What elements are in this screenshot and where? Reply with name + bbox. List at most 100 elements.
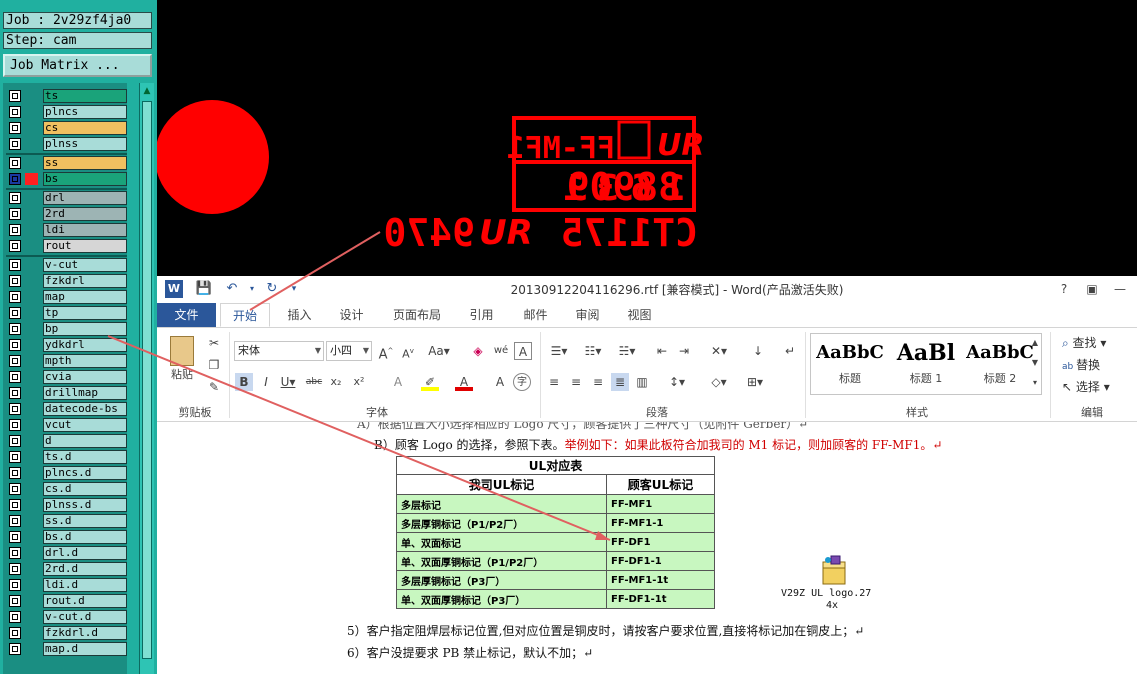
layer-row[interactable]: 2rd [6,207,127,221]
copy-icon[interactable]: ❐ [205,356,223,374]
layer-name[interactable]: drl [43,191,127,205]
replace-button[interactable]: ab 替换 [1062,356,1100,373]
layer-checkbox[interactable] [9,157,21,169]
layer-row[interactable]: drl.d [6,546,127,560]
layer-row[interactable]: cvia [6,370,127,384]
layer-checkbox[interactable] [9,323,21,335]
layer-name[interactable]: cvia [43,370,127,384]
layer-name[interactable]: ts.d [43,450,127,464]
line-spacing-icon[interactable]: ↕▾ [663,373,691,391]
align-right-icon[interactable]: ≡ [589,373,607,391]
select-button[interactable]: ↖ 选择 ▾ [1062,378,1110,395]
align-left-icon[interactable]: ≡ [545,373,563,391]
layer-checkbox[interactable] [9,224,21,236]
ribbon-display-icon[interactable]: ▣ [1081,280,1103,298]
layer-checkbox[interactable] [9,339,21,351]
superscript-icon[interactable]: x² [350,373,368,391]
layer-row[interactable]: fzkdrl.d [6,626,127,640]
layer-row[interactable]: ydkdrl [6,338,127,352]
layer-name[interactable]: ss.d [43,514,127,528]
layer-name[interactable]: plncs [43,105,127,119]
grow-font-icon[interactable]: A^ [377,342,395,362]
save-icon[interactable]: 💾 [195,280,213,298]
layer-row[interactable]: plnss [6,137,127,151]
layer-checkbox[interactable] [9,627,21,639]
align-center-icon[interactable]: ≡ [567,373,585,391]
layer-name[interactable]: plncs.d [43,466,127,480]
layer-row[interactable]: bs [6,172,127,186]
layer-list-scrollbar[interactable]: ▲ [139,83,154,674]
tab-home[interactable]: 开始 [220,303,270,327]
text-effects-icon[interactable]: A [389,373,407,391]
layer-checkbox[interactable] [9,531,21,543]
numbering-icon[interactable]: ☷▾ [579,342,607,360]
layer-checkbox[interactable] [9,275,21,287]
scroll-up-icon[interactable]: ▲ [141,85,153,97]
layer-name[interactable]: v-cut.d [43,610,127,624]
layer-checkbox[interactable] [9,355,21,367]
layer-row[interactable]: bp [6,322,127,336]
clear-format-icon[interactable]: ◈ [469,342,487,360]
layer-name[interactable]: ss [43,156,127,170]
layer-name[interactable]: drillmap [43,386,127,400]
tab-insert[interactable]: 插入 [277,303,322,327]
undo-dropdown-icon[interactable]: ▾ [243,280,261,298]
layer-checkbox[interactable] [9,563,21,575]
layer-row[interactable]: 2rd.d [6,562,127,576]
layer-row[interactable]: mpth [6,354,127,368]
styles-scroll-down-icon[interactable]: ▼ [1029,354,1041,372]
layer-row[interactable]: ts.d [6,450,127,464]
layer-row[interactable]: bs.d [6,530,127,544]
layer-name[interactable]: plnss [43,137,127,151]
layer-row[interactable]: cs.d [6,482,127,496]
layer-row[interactable]: ldi.d [6,578,127,592]
bold-icon[interactable]: B [235,373,253,391]
decrease-indent-icon[interactable]: ⇤ [653,342,671,360]
layer-row[interactable]: v-cut [6,258,127,272]
job-matrix-button[interactable]: Job Matrix ... [3,54,152,77]
italic-icon[interactable]: I [257,373,275,391]
layer-checkbox[interactable] [9,515,21,527]
layer-checkbox[interactable] [9,192,21,204]
layer-name[interactable]: 2rd [43,207,127,221]
help-button[interactable]: ? [1053,280,1075,298]
layer-row[interactable]: drl [6,191,127,205]
layer-row[interactable]: ss.d [6,514,127,528]
layer-checkbox[interactable] [9,307,21,319]
layer-checkbox[interactable] [9,579,21,591]
shrink-font-icon[interactable]: Av [399,342,417,361]
style-heading-1[interactable]: AaBl 标题 1 [889,336,963,392]
borders-icon[interactable]: ⊞▾ [741,373,769,391]
layer-name[interactable]: ydkdrl [43,338,127,352]
styles-scroll-up-icon[interactable]: ▲ [1029,334,1041,352]
distributed-icon[interactable]: ▥ [633,373,651,391]
layer-name[interactable]: bs [43,172,127,186]
layer-row[interactable]: drillmap [6,386,127,400]
char-shading-icon[interactable]: A [491,373,509,391]
layer-checkbox[interactable] [9,467,21,479]
layer-name[interactable]: vcut [43,418,127,432]
layer-checkbox[interactable] [9,371,21,383]
layer-row[interactable]: tp [6,306,127,320]
phonetic-guide-icon[interactable]: wé [492,342,510,360]
tab-file[interactable]: 文件 [157,303,216,327]
layer-name[interactable]: d [43,434,127,448]
style-heading[interactable]: AaBbC 标题 [813,336,887,392]
layer-name[interactable]: rout.d [43,594,127,608]
layer-checkbox[interactable] [9,611,21,623]
layer-row[interactable]: map [6,290,127,304]
layer-name[interactable]: bp [43,322,127,336]
layer-checkbox[interactable] [9,643,21,655]
layer-name[interactable]: map.d [43,642,127,656]
layer-name[interactable]: fzkdrl [43,274,127,288]
scrollbar-thumb[interactable] [142,101,152,659]
attachment-package-icon[interactable] [817,554,853,588]
justify-icon[interactable]: ≣ [611,373,629,391]
layer-checkbox[interactable] [9,90,21,102]
tab-mailings[interactable]: 邮件 [513,303,558,327]
layer-name[interactable]: ts [43,89,127,103]
layer-checkbox[interactable] [9,291,21,303]
layer-name[interactable]: tp [43,306,127,320]
layer-checkbox[interactable] [9,547,21,559]
multilevel-list-icon[interactable]: ☵▾ [613,342,641,360]
